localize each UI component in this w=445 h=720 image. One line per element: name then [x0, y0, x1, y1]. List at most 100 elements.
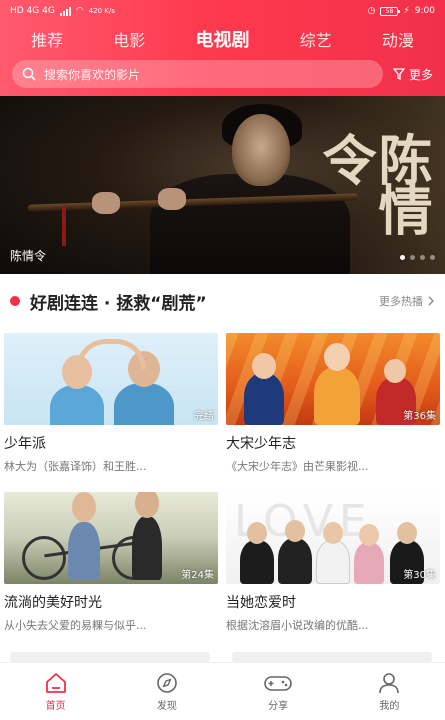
gamepad-icon	[264, 675, 292, 691]
drama-description: 根据沈溶眉小说改编的优酷...	[226, 619, 369, 632]
thumb-character-head	[384, 359, 406, 383]
tab-tv-series[interactable]: 电视剧	[196, 26, 250, 52]
carousel-dot[interactable]	[400, 255, 405, 260]
nav-home[interactable]: 首页	[26, 672, 86, 712]
episode-badge: 第36集	[403, 411, 436, 422]
thumb-person	[316, 540, 350, 584]
search-placeholder: 搜索你喜欢的影片	[44, 67, 141, 82]
nav-mine-label: 我的	[379, 700, 400, 712]
drama-title: 大宋少年志	[226, 436, 296, 452]
tab-movies[interactable]: 电影	[113, 27, 145, 51]
status-left: HD 4G 4G ◠ 420 K/s	[10, 6, 115, 16]
thumb-person	[114, 383, 174, 425]
thumb-person-head	[397, 522, 417, 544]
carousel-dot[interactable]	[430, 255, 435, 260]
drama-thumbnail: 第24集	[4, 492, 218, 584]
banner-hand-left	[92, 192, 120, 214]
nav-share-label: 分享	[268, 700, 289, 712]
tab-anime[interactable]: 动漫	[382, 27, 414, 51]
next-row-placeholder	[232, 652, 432, 662]
section-title: 好剧连连 · 拯救“剧荒”	[30, 293, 207, 314]
nav-mine[interactable]: 我的	[359, 672, 419, 712]
carousel-dot[interactable]	[420, 255, 425, 260]
thumb-person-head	[359, 524, 379, 546]
thumb-person	[278, 538, 312, 584]
thumb-person	[68, 522, 100, 580]
filter-icon	[392, 68, 405, 80]
thumb-heart-arms	[76, 339, 146, 369]
charging-icon: ⚡	[403, 6, 410, 16]
chevron-right-icon	[428, 296, 434, 306]
thumb-character-head	[252, 353, 276, 379]
thumb-bicycle-wheel	[22, 536, 66, 580]
compass-icon	[157, 672, 177, 693]
nav-discover[interactable]: 发现	[137, 672, 197, 712]
wifi-icon: ◠	[75, 6, 84, 16]
drama-title: 流淌的美好时光	[4, 595, 102, 611]
banner-calligraphy: 陈情令	[313, 132, 433, 232]
drama-description: 从小失去父爱的易粿与似乎...	[4, 619, 147, 632]
drama-title: 少年派	[4, 436, 46, 452]
banner-title: 陈情令	[10, 249, 47, 263]
carousel-dot[interactable]	[410, 255, 415, 260]
thumb-character	[314, 367, 360, 425]
drama-card[interactable]: 第36集 大宋少年志 《大宋少年志》由芒果影视...	[226, 333, 440, 474]
tab-recommend[interactable]: 推荐	[31, 27, 63, 51]
drama-thumbnail: LOVE 第30集	[226, 492, 440, 584]
banner-tassel	[62, 206, 66, 246]
clock: 9:00	[414, 6, 435, 16]
more-hot-link[interactable]: 更多热播	[379, 293, 435, 309]
thumb-person	[240, 540, 274, 584]
drama-title: 当她恋爱时	[226, 595, 296, 611]
bottom-nav: 首页 发现 分享 我的	[0, 662, 445, 720]
filter-button[interactable]: 更多	[392, 66, 433, 83]
alarm-icon: ◷	[367, 6, 376, 16]
thumb-person-head	[72, 492, 96, 522]
tab-variety[interactable]: 综艺	[300, 27, 332, 51]
thumb-person	[354, 542, 384, 584]
drama-thumbnail: 第36集	[226, 333, 440, 425]
header: HD 4G 4G ◠ 420 K/s ◷ 58 ⚡ 9:00 推荐 电影 电视剧…	[0, 0, 445, 96]
search-input[interactable]: 搜索你喜欢的影片	[12, 60, 383, 88]
thumb-person-head	[135, 492, 159, 518]
episode-badge: 第24集	[181, 570, 214, 581]
status-bar: HD 4G 4G ◠ 420 K/s ◷ 58 ⚡ 9:00	[0, 0, 445, 22]
next-row-placeholder	[10, 652, 210, 662]
thumb-character	[244, 373, 284, 425]
search-icon	[22, 67, 36, 81]
drama-card[interactable]: 第24集 流淌的美好时光 从小失去父爱的易粿与似乎...	[4, 492, 218, 633]
section-dot-icon	[10, 296, 20, 306]
drama-card[interactable]: 完结 少年派 林大为（张嘉译饰）和王胜...	[4, 333, 218, 474]
battery-level: 58	[385, 7, 394, 15]
network-speed: 420 K/s	[88, 7, 115, 15]
signal-icon	[59, 6, 71, 16]
nav-discover-label: 发现	[156, 700, 177, 712]
nav-home-label: 首页	[45, 700, 66, 712]
thumb-person-head	[285, 520, 305, 542]
banner-carousel[interactable]: 陈情令 陈情令	[0, 96, 445, 274]
person-icon	[379, 672, 400, 693]
section-header: 好剧连连 · 拯救“剧荒” 更多热播	[0, 278, 445, 324]
drama-description: 《大宋少年志》由芒果影视...	[226, 460, 369, 473]
thumb-person-head	[323, 522, 343, 544]
thumb-person-head	[247, 522, 267, 544]
episode-badge: 完结	[194, 411, 214, 422]
thumb-person	[50, 385, 104, 425]
home-icon	[45, 672, 66, 693]
filter-label: 更多	[408, 67, 433, 82]
carousel-dots	[400, 255, 435, 260]
battery-icon: 58	[380, 6, 401, 16]
status-right: ◷ 58 ⚡ 9:00	[368, 6, 435, 16]
banner-figure-face	[232, 114, 290, 186]
episode-badge: 第30集	[403, 570, 436, 581]
drama-description: 林大为（张嘉译饰）和王胜...	[4, 460, 147, 473]
network-indicator: HD 4G 4G	[10, 6, 55, 16]
more-hot-label: 更多热播	[379, 295, 423, 308]
drama-thumbnail: 完结	[4, 333, 218, 425]
thumb-person	[132, 516, 162, 580]
search-row: 搜索你喜欢的影片 更多	[0, 56, 445, 92]
drama-card[interactable]: LOVE 第30集 当她恋爱时 根据沈溶眉小说改编的优酷...	[226, 492, 440, 633]
category-tabs: 推荐 电影 电视剧 综艺 动漫	[0, 22, 445, 56]
banner-hand-right	[158, 188, 186, 210]
nav-share[interactable]: 分享	[248, 672, 308, 712]
